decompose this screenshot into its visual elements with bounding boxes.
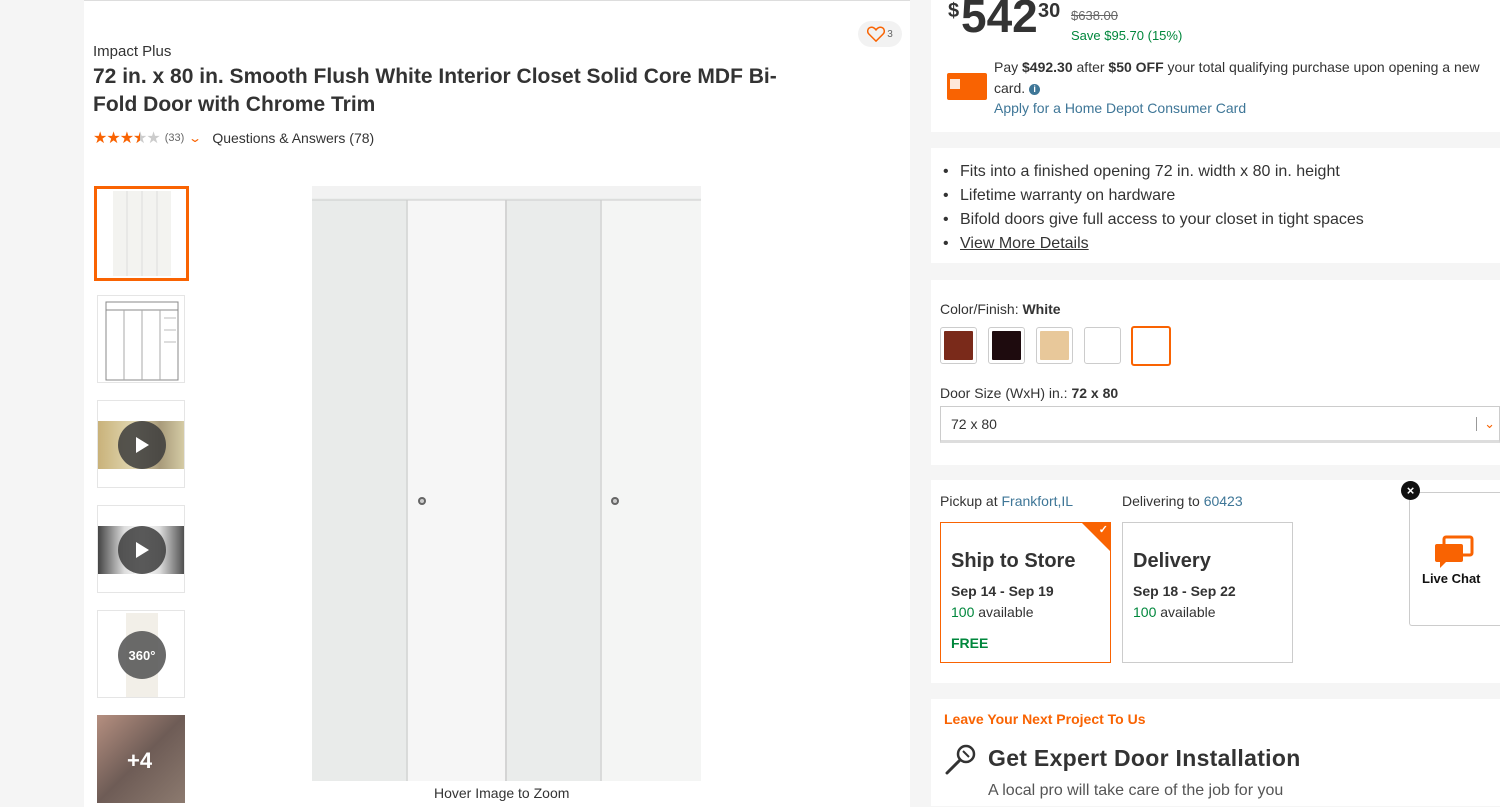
review-count[interactable]: (33)	[165, 132, 185, 144]
favorite-button[interactable]: 3	[858, 21, 902, 47]
wrench-icon	[945, 744, 976, 775]
highlight-item: Lifetime warranty on hardware	[943, 184, 1364, 208]
price-dollar-sign: $	[948, 0, 960, 22]
rating-row: ★★★★★★ (33) ⌄ Questions & Answers (78)	[93, 128, 374, 148]
chevron-down-icon[interactable]: ⌄	[188, 131, 202, 145]
install-card: Leave Your Next Project To Us Get Expert…	[931, 699, 1500, 806]
size-label: Door Size (WxH) in.: 72 x 80	[940, 385, 1119, 401]
zip-link[interactable]: 60423	[1204, 493, 1243, 509]
door-size-value: 72 x 80	[951, 416, 997, 432]
more-images-label: +4	[127, 748, 153, 773]
delivery-location: Delivering to 60423	[1122, 493, 1243, 509]
options-card: Color/Finish: White Door Size (WxH) in.:…	[931, 280, 1500, 465]
pickup-location: Pickup at Frankfort,IL	[940, 493, 1074, 509]
360-icon: 360°	[118, 631, 166, 679]
hover-zoom-hint: Hover Image to Zoom	[434, 785, 570, 801]
chat-bubble-icon	[1435, 535, 1474, 568]
ship-availability: 100 available	[951, 604, 1034, 620]
play-icon	[118, 526, 166, 574]
savings: Save $95.70 (15%)	[1071, 28, 1183, 43]
card-offer-text: Pay $492.30 after $50 OFF your total qua…	[994, 59, 1480, 96]
swatch-white-selected[interactable]	[1131, 326, 1171, 366]
price-card: $ 542 30 $638.00 Save $95.70 (15%) Pay $…	[931, 0, 1500, 132]
select-divider	[1476, 417, 1477, 431]
install-eyebrow: Leave Your Next Project To Us	[944, 711, 1146, 727]
close-icon[interactable]: ×	[1401, 481, 1420, 500]
was-price: $638.00	[1071, 8, 1118, 23]
delivery-option[interactable]: Delivery Sep 18 - Sep 22 100 available	[1122, 522, 1293, 663]
swatch-espresso[interactable]	[988, 327, 1025, 364]
door-thumbnail-image	[113, 191, 171, 276]
info-icon[interactable]: i	[1029, 83, 1041, 95]
thumbnail-door[interactable]	[94, 186, 189, 281]
delivery-availability: 100 available	[1133, 604, 1216, 620]
delivery-title: Delivery	[1133, 550, 1211, 572]
brand-name[interactable]: Impact Plus	[93, 43, 171, 60]
product-panel: Impact Plus 72 in. x 80 in. Smooth Flush…	[84, 0, 910, 807]
door-size-select[interactable]: 72 x 80 ⌄	[940, 406, 1500, 443]
thumbnail-video-2[interactable]	[97, 505, 185, 593]
chevron-down-icon: ⌄	[1484, 416, 1495, 431]
apply-card-link[interactable]: Apply for a Home Depot Consumer Card	[994, 100, 1246, 116]
color-label: Color/Finish: White	[940, 301, 1061, 317]
highlight-item: Fits into a finished opening 72 in. widt…	[943, 160, 1364, 184]
product-title: 72 in. x 80 in. Smooth Flush White Inter…	[93, 65, 777, 116]
highlights-list: Fits into a finished opening 72 in. widt…	[943, 160, 1364, 256]
swatch-mahogany[interactable]	[940, 327, 977, 364]
ship-to-store-option[interactable]: ✓ Ship to Store Sep 14 - Sep 19 100 avai…	[940, 522, 1111, 663]
highlights-card: Fits into a finished opening 72 in. widt…	[931, 148, 1500, 263]
heart-icon	[867, 26, 886, 42]
thumbnail-more[interactable]: +4	[97, 715, 185, 803]
swatch-white-alt[interactable]	[1084, 327, 1121, 364]
price-dollars: 542	[961, 0, 1038, 42]
install-heading[interactable]: Get Expert Door Installation	[988, 745, 1301, 772]
credit-card-icon	[947, 73, 987, 100]
play-icon	[118, 421, 166, 469]
ship-price: FREE	[951, 635, 989, 651]
diagram-thumbnail-image	[105, 301, 179, 381]
ship-dates: Sep 14 - Sep 19	[951, 583, 1054, 599]
live-chat-widget[interactable]: Live Chat	[1409, 492, 1500, 626]
bifold-door-image	[312, 186, 701, 781]
delivery-dates: Sep 18 - Sep 22	[1133, 583, 1236, 599]
price-cents: 30	[1038, 0, 1061, 22]
main-product-image[interactable]	[312, 186, 701, 781]
install-subtext: A local pro will take care of the job fo…	[988, 782, 1284, 799]
star-rating[interactable]: ★★★★★★	[93, 128, 161, 148]
thumbnail-diagram[interactable]	[97, 295, 185, 383]
store-link[interactable]: Frankfort,IL	[1001, 493, 1073, 509]
view-more-details-link[interactable]: View More Details	[960, 235, 1089, 252]
swatch-natural[interactable]	[1036, 327, 1073, 364]
thumbnail-360[interactable]: 360°	[97, 610, 185, 698]
thumbnail-video-1[interactable]	[97, 400, 185, 488]
favorite-count: 3	[887, 28, 893, 40]
checkmark-icon: ✓	[1098, 524, 1108, 536]
live-chat-label: Live Chat	[1422, 571, 1481, 586]
ship-title: Ship to Store	[951, 550, 1076, 572]
questions-answers-link[interactable]: Questions & Answers (78)	[212, 130, 374, 146]
highlight-item: Bifold doors give full access to your cl…	[943, 208, 1364, 232]
